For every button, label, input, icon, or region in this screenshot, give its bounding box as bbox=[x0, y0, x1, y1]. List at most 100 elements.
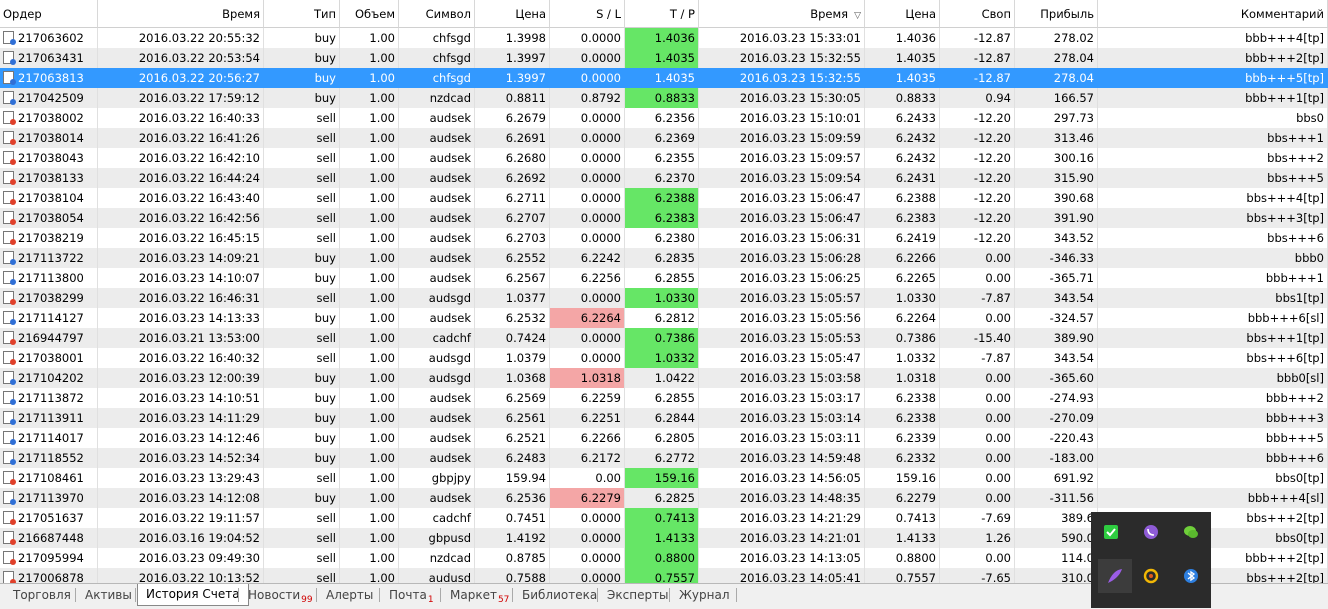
tab-2[interactable]: История Счета bbox=[137, 584, 249, 606]
tab-7[interactable]: Библиотека bbox=[514, 585, 605, 605]
order-number: 217038299 bbox=[18, 291, 84, 305]
cell-swap: 0.00 bbox=[940, 368, 1015, 388]
cell-type: sell bbox=[264, 128, 340, 148]
table-row[interactable]: 217113722 2016.03.23 14:09:21 buy 1.00 audse… bbox=[0, 248, 1328, 268]
cell-close-time: 2016.03.23 15:05:53 bbox=[699, 328, 865, 348]
wechat-icon[interactable] bbox=[1178, 519, 1204, 545]
col-header-close-price[interactable]: Цена bbox=[865, 0, 940, 28]
tab-9[interactable]: Журнал bbox=[671, 585, 738, 605]
table-row[interactable]: 217042509 2016.03.22 17:59:12 buy 1.00 nzdca… bbox=[0, 88, 1328, 108]
col-header-close-time[interactable]: Время ▽ bbox=[699, 0, 865, 28]
table-row[interactable]: 217038043 2016.03.22 16:42:10 sell 1.00 auds… bbox=[0, 148, 1328, 168]
tab-separator bbox=[379, 588, 380, 602]
table-row[interactable]: 217038014 2016.03.22 16:41:26 sell 1.00 auds… bbox=[0, 128, 1328, 148]
col-header-tp[interactable]: T / P bbox=[625, 0, 699, 28]
cell-comment: bbs+++6[tp] bbox=[1098, 348, 1328, 368]
col-header-symbol[interactable]: Символ bbox=[399, 0, 475, 28]
table-row[interactable]: 216944797 2016.03.21 13:53:00 sell 1.00 cadc… bbox=[0, 328, 1328, 348]
cell-order: 217038002 bbox=[0, 108, 98, 128]
cell-type: buy bbox=[264, 268, 340, 288]
table-row[interactable]: 217038002 2016.03.22 16:40:33 sell 1.00 auds… bbox=[0, 108, 1328, 128]
sell-order-icon bbox=[3, 191, 16, 205]
cell-swap: 0.00 bbox=[940, 548, 1015, 568]
tab-1[interactable]: Активы bbox=[77, 585, 140, 605]
table-row[interactable]: 217038054 2016.03.22 16:42:56 sell 1.00 auds… bbox=[0, 208, 1328, 228]
cell-type: sell bbox=[264, 188, 340, 208]
cell-swap: -12.20 bbox=[940, 188, 1015, 208]
col-header-volume[interactable]: Объем bbox=[340, 0, 399, 28]
col-header-comment[interactable]: Комментарий bbox=[1098, 0, 1328, 28]
cell-comment: bbb+++4[tp] bbox=[1098, 28, 1328, 48]
cell-comment: bbb+++1 bbox=[1098, 268, 1328, 288]
tab-6[interactable]: Маркет57 bbox=[442, 585, 517, 605]
table-row[interactable]: 217063813 2016.03.22 20:56:27 buy 1.00 chfsg… bbox=[0, 68, 1328, 88]
sync-icon[interactable] bbox=[1138, 563, 1164, 589]
tab-0[interactable]: Торговля bbox=[5, 585, 79, 605]
table-row[interactable]: 217104202 2016.03.23 12:00:39 buy 1.00 audsg… bbox=[0, 368, 1328, 388]
cell-close-price: 6.2279 bbox=[865, 488, 940, 508]
col-header-swap[interactable]: Своп bbox=[940, 0, 1015, 28]
cell-tp: 6.2772 bbox=[625, 448, 699, 468]
tab-8[interactable]: Эксперты bbox=[599, 585, 677, 605]
cell-open-time: 2016.03.23 09:49:30 bbox=[98, 548, 264, 568]
cell-comment: bbb0[sl] bbox=[1098, 368, 1328, 388]
order-number: 217114127 bbox=[18, 311, 84, 325]
tab-separator bbox=[316, 588, 317, 602]
table-row[interactable]: 217038001 2016.03.22 16:40:32 sell 1.00 auds… bbox=[0, 348, 1328, 368]
col-header-sl[interactable]: S / L bbox=[550, 0, 625, 28]
tab-label: Эксперты bbox=[607, 588, 669, 602]
table-row[interactable]: 217038133 2016.03.22 16:44:24 sell 1.00 auds… bbox=[0, 168, 1328, 188]
checkmark-icon[interactable] bbox=[1098, 519, 1124, 545]
table-row[interactable]: 217063602 2016.03.22 20:55:32 buy 1.00 chfsg… bbox=[0, 28, 1328, 48]
table-header: Ордер Время Тип Объем Символ Цена S / L … bbox=[0, 0, 1328, 28]
col-header-profit[interactable]: Прибыль bbox=[1015, 0, 1098, 28]
cell-close-price: 1.0330 bbox=[865, 288, 940, 308]
table-row[interactable]: 217113800 2016.03.23 14:10:07 buy 1.00 audse… bbox=[0, 268, 1328, 288]
cell-close-price: 6.2388 bbox=[865, 188, 940, 208]
col-header-type[interactable]: Тип bbox=[264, 0, 340, 28]
table-row[interactable]: 217114017 2016.03.23 14:12:46 buy 1.00 audse… bbox=[0, 428, 1328, 448]
cell-profit: 343.54 bbox=[1015, 348, 1098, 368]
cell-close-time: 2016.03.23 15:05:57 bbox=[699, 288, 865, 308]
table-row[interactable]: 217113970 2016.03.23 14:12:08 buy 1.00 audse… bbox=[0, 488, 1328, 508]
cell-swap: -12.20 bbox=[940, 128, 1015, 148]
table-row[interactable]: 217063431 2016.03.22 20:53:54 buy 1.00 chfsg… bbox=[0, 48, 1328, 68]
col-header-open-time[interactable]: Время bbox=[98, 0, 264, 28]
table-row[interactable]: 217118552 2016.03.23 14:52:34 buy 1.00 audse… bbox=[0, 448, 1328, 468]
cell-volume: 1.00 bbox=[340, 528, 399, 548]
cell-comment: bbs1[tp] bbox=[1098, 288, 1328, 308]
cell-type: buy bbox=[264, 488, 340, 508]
col-header-open-price[interactable]: Цена bbox=[475, 0, 550, 28]
table-row[interactable]: 217113911 2016.03.23 14:11:29 buy 1.00 audse… bbox=[0, 408, 1328, 428]
order-number: 217051637 bbox=[18, 511, 84, 525]
feather-icon[interactable] bbox=[1098, 559, 1132, 593]
cell-type: buy bbox=[264, 88, 340, 108]
cell-tp: 1.4036 bbox=[625, 28, 699, 48]
cell-sl: 6.2259 bbox=[550, 388, 625, 408]
table-row[interactable]: 217038219 2016.03.22 16:45:15 sell 1.00 auds… bbox=[0, 228, 1328, 248]
cell-type: buy bbox=[264, 48, 340, 68]
viber-icon[interactable] bbox=[1138, 519, 1164, 545]
cell-sl: 6.2256 bbox=[550, 268, 625, 288]
cell-symbol: audsek bbox=[399, 268, 475, 288]
order-number: 217113872 bbox=[18, 391, 84, 405]
table-row[interactable]: 217113872 2016.03.23 14:10:51 buy 1.00 audse… bbox=[0, 388, 1328, 408]
col-header-order[interactable]: Ордер bbox=[0, 0, 98, 28]
tab-3[interactable]: Новости99 bbox=[240, 585, 321, 605]
cell-open-time: 2016.03.22 16:46:31 bbox=[98, 288, 264, 308]
table-row[interactable]: 217114127 2016.03.23 14:13:33 buy 1.00 audse… bbox=[0, 308, 1328, 328]
table-row[interactable]: 217038299 2016.03.22 16:46:31 sell 1.00 auds… bbox=[0, 288, 1328, 308]
cell-comment: bbb+++2[tp] bbox=[1098, 48, 1328, 68]
table-row[interactable]: 217038104 2016.03.22 16:43:40 sell 1.00 auds… bbox=[0, 188, 1328, 208]
cell-open-price: 6.2679 bbox=[475, 108, 550, 128]
table-row[interactable]: 217108461 2016.03.23 13:29:43 sell 1.00 gbpj… bbox=[0, 468, 1328, 488]
bluetooth-icon[interactable] bbox=[1178, 563, 1204, 589]
tab-5[interactable]: Почта1 bbox=[381, 585, 442, 605]
cell-profit: 389.90 bbox=[1015, 328, 1098, 348]
cell-tp: 6.2369 bbox=[625, 128, 699, 148]
cell-symbol: audsek bbox=[399, 228, 475, 248]
tab-4[interactable]: Алерты bbox=[318, 585, 381, 605]
order-number: 217063813 bbox=[18, 71, 84, 85]
cell-open-price: 6.2532 bbox=[475, 308, 550, 328]
cell-close-price: 0.7413 bbox=[865, 508, 940, 528]
